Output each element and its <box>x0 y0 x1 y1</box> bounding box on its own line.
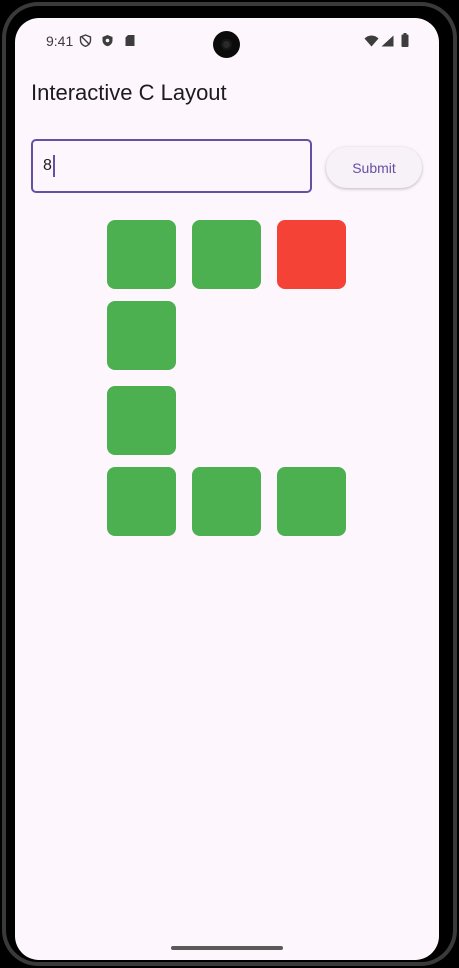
grid-cell[interactable] <box>107 220 176 289</box>
security-shield-icon <box>101 34 114 47</box>
submit-button[interactable]: Submit <box>326 147 422 188</box>
gesture-nav-handle[interactable] <box>171 946 283 950</box>
camera-lens <box>221 39 232 50</box>
c-layout-grid <box>107 220 347 538</box>
status-bar: 9:41 <box>15 18 439 64</box>
sd-card-icon <box>124 34 137 47</box>
grid-cell[interactable] <box>277 467 346 536</box>
grid-cell-highlighted[interactable] <box>277 220 346 289</box>
text-cursor <box>53 155 55 177</box>
battery-icon <box>401 33 409 52</box>
grid-cell[interactable] <box>107 301 176 370</box>
vpn-shield-icon <box>79 34 92 48</box>
grid-cell[interactable] <box>107 467 176 536</box>
front-camera <box>213 31 240 58</box>
grid-cell[interactable] <box>192 467 261 536</box>
page-title: Interactive C Layout <box>31 80 227 105</box>
grid-cell[interactable] <box>192 220 261 289</box>
phone-frame: 9:41 Interactive C Layout 8 Submit <box>0 0 459 968</box>
signal-icon <box>381 34 394 52</box>
number-input-value[interactable]: 8 <box>43 156 52 176</box>
grid-cell[interactable] <box>107 386 176 455</box>
number-input-field[interactable]: 8 <box>31 139 312 193</box>
wifi-icon <box>364 34 379 52</box>
status-time: 9:41 <box>46 33 74 49</box>
app-screen: 9:41 Interactive C Layout 8 Submit <box>15 18 439 960</box>
